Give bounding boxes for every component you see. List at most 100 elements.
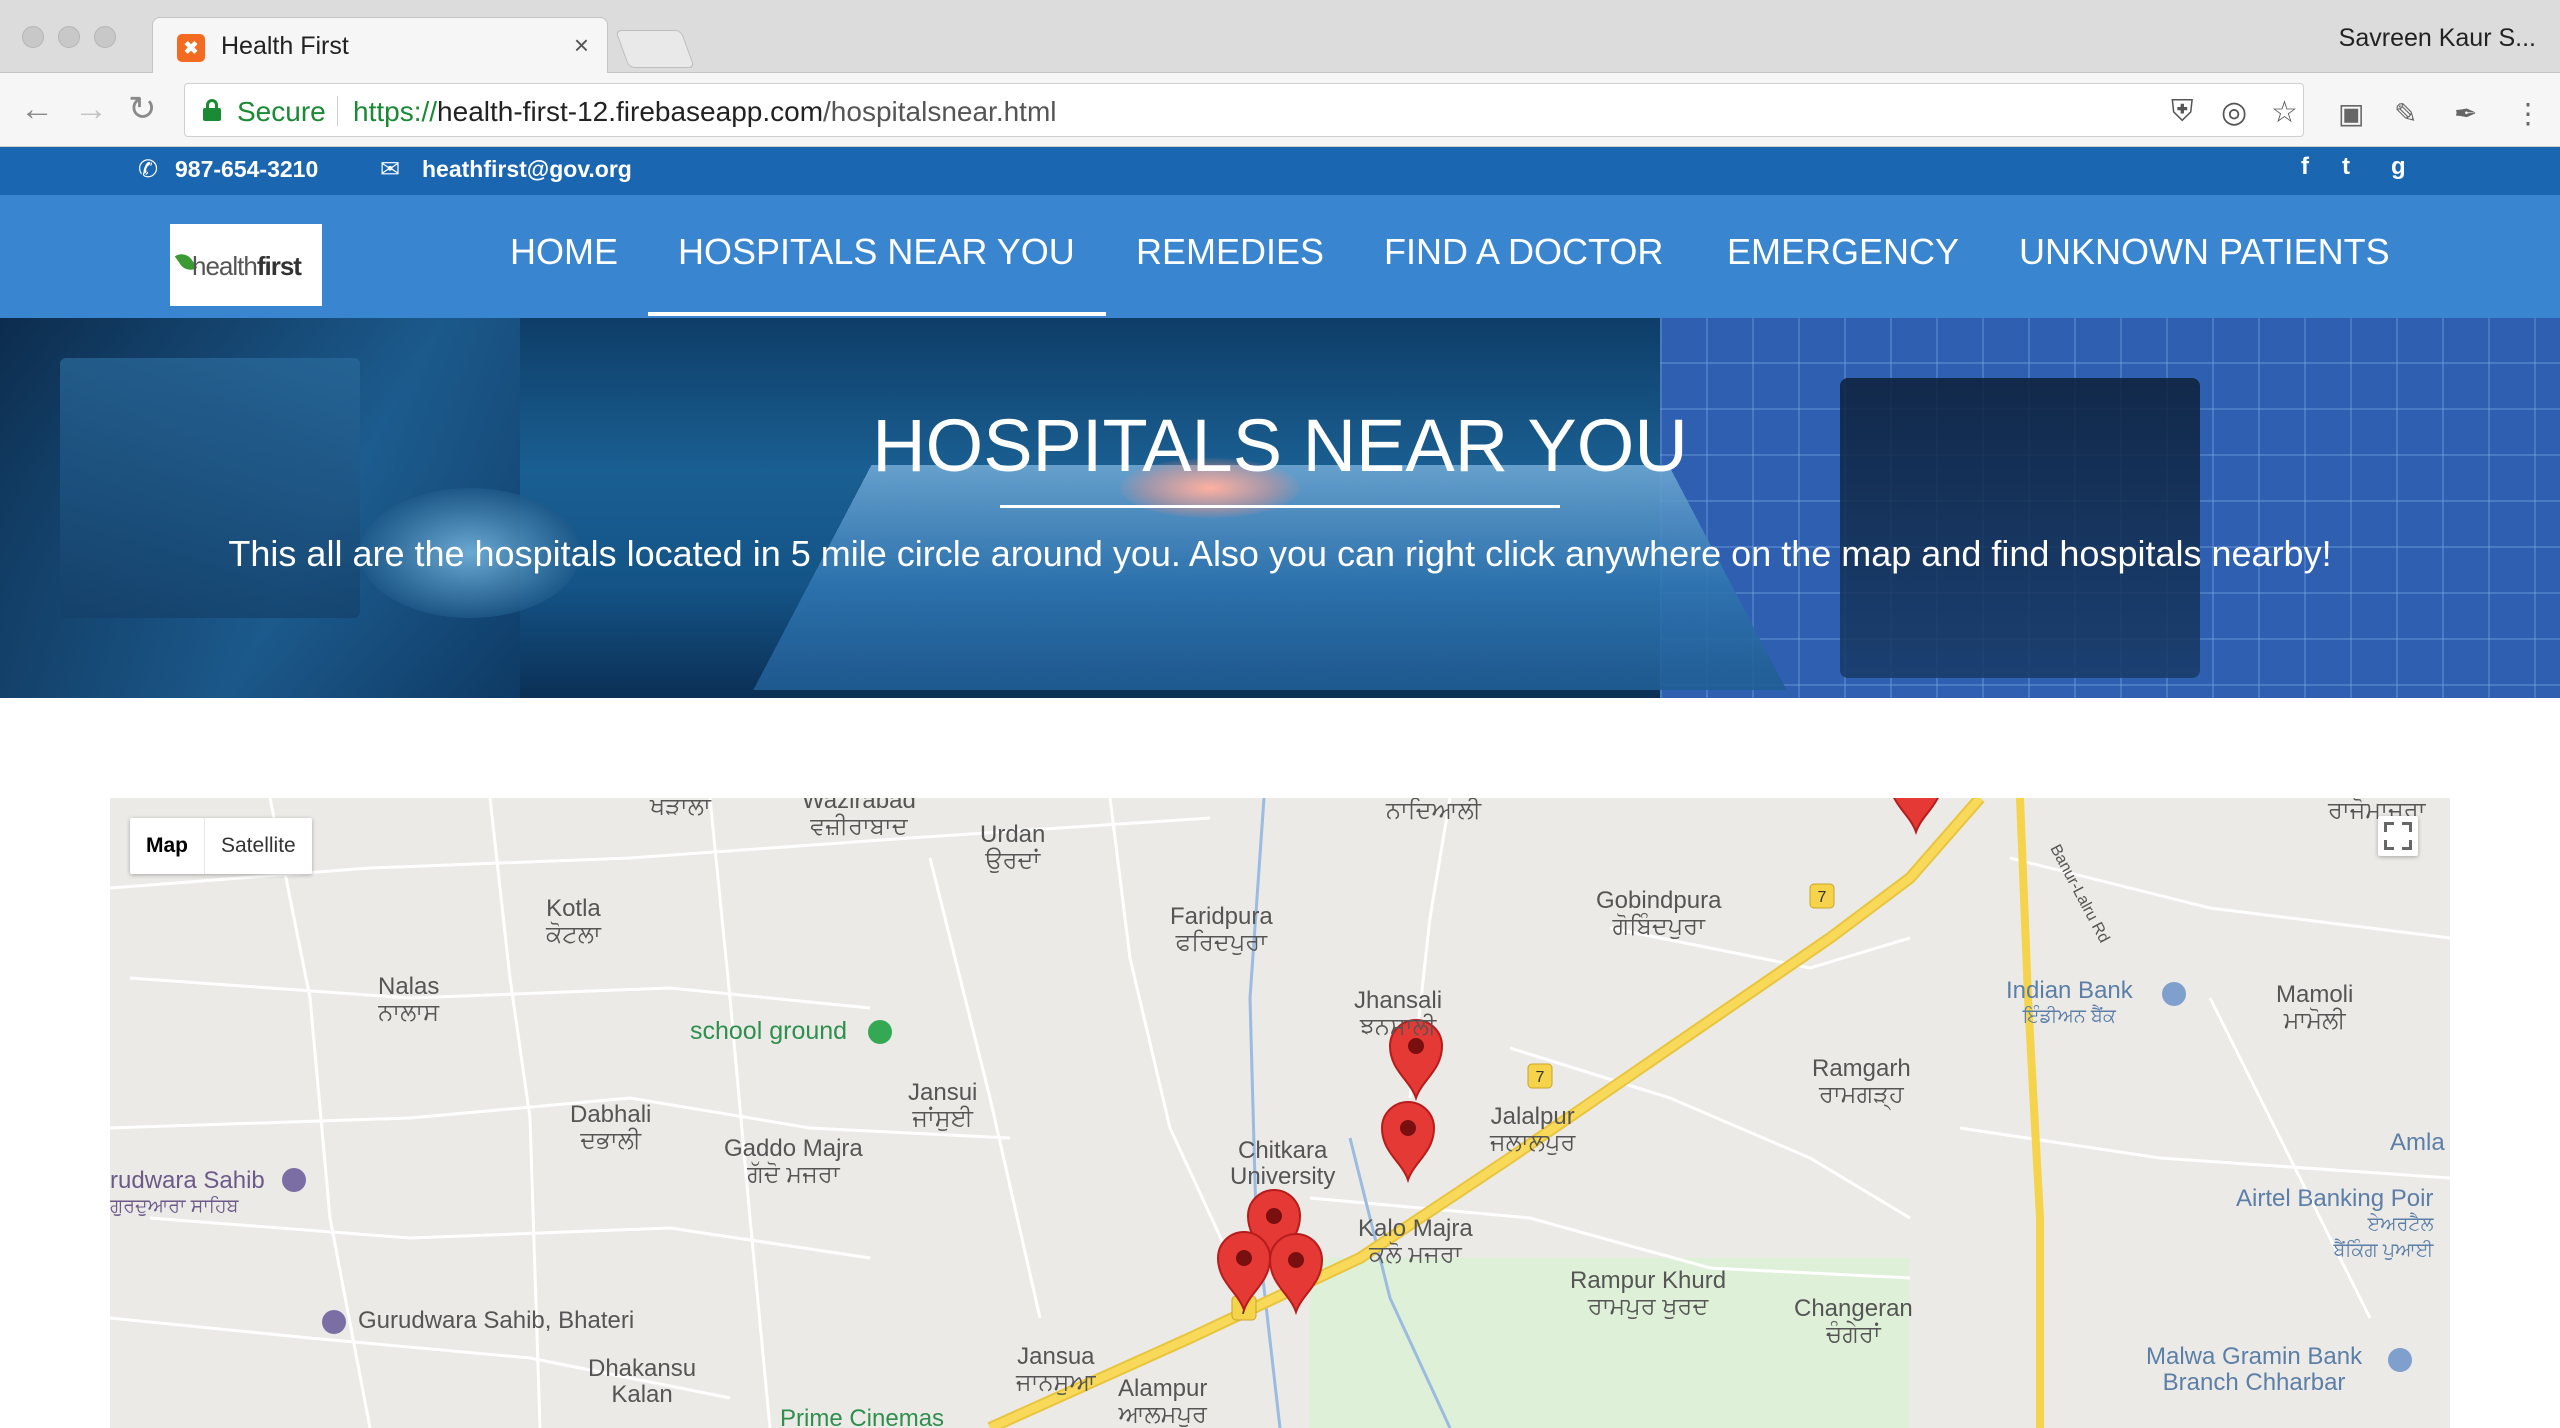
place-name-local: ਨਾਲਾਸ [378,999,440,1026]
temple-pin-icon[interactable] [282,1168,306,1192]
poi-label[interactable]: rudwara Sahib ਗੁਰਦੁਆਰਾ ਸਾਹਿਬ [110,1168,265,1220]
place-name: Changeran [1794,1295,1913,1322]
place-label: ਖੜਾਲਾ [650,798,711,820]
mail-icon: ✉ [380,156,401,183]
place-name: Mamoli [2276,981,2354,1008]
road-label: Banur-Lalru Rd [2046,842,2112,946]
poi-name: Airtel Banking Poir [2236,1185,2434,1212]
reload-icon[interactable]: ↻ [128,89,157,129]
poi-name: rudwara Sahib [110,1167,265,1194]
new-tab-button[interactable] [615,30,695,68]
place-label: Nalas ਨਾਲਾਸ [378,974,439,1026]
place-name: Rampur Khurd [1570,1267,1727,1294]
poi-label[interactable]: Airtel Banking Poir ਏਅਰਟੈਲ ਬੈਂਕਿੰਗ ਪੁਆਈ [2236,1186,2433,1264]
place-label: Jansua ਜਾਨਸੁਆ [1016,1344,1096,1396]
poi-label[interactable]: Indian Bank ਇੰਡੀਅਨ ਬੈਂਕ [2006,978,2133,1030]
poi-name: Malwa Gramin Bank [2146,1343,2363,1370]
place-name: Ramgarh [1812,1055,1911,1082]
place-label: Faridpura ਫਰਿਦਪੁਰਾ [1170,904,1273,956]
forward-arrow-icon[interactable]: → [74,89,108,129]
place-name: Nalas [378,973,440,1000]
logo-text-light: health [192,251,258,281]
highway-badge-label: 7 [1536,1069,1545,1086]
url-separator [337,96,338,126]
location-icon[interactable]: ◎ [2221,95,2247,130]
hospital-map[interactable]: 7 7 7 Banur-Lalru Rd [110,798,2450,1428]
close-window-button[interactable] [22,26,44,48]
tab-close-icon[interactable]: × [574,30,589,61]
place-label: Chitkara University [1230,1138,1335,1190]
hospital-marker[interactable] [1380,1101,1436,1184]
nav-unknown-patients[interactable]: UNKNOWN PATIENTS [2019,231,2390,273]
extension-icon[interactable]: ▣ [2338,97,2364,130]
url-text: https://health-first-12.firebaseapp.com/… [353,96,1057,128]
place-label: Gobindpura ਗੋਬਿੰਦਪੁਰਾ [1596,888,1721,940]
place-label: Jalalpur ਜਲਾਲਪੁਰ [1490,1104,1575,1156]
place-label: Prime Cinemas [780,1406,944,1428]
bank-pin-icon[interactable] [2388,1348,2412,1372]
place-name: Alampur [1118,1375,1208,1402]
poi-label[interactable]: Gurudwara Sahib, Bhateri [358,1308,634,1334]
map-type-map-button[interactable]: Map [130,818,205,874]
place-name: Gaddo Majra [724,1135,863,1162]
fullscreen-icon[interactable] [2378,816,2418,856]
hospital-marker[interactable] [1890,798,1942,836]
nav-remedies[interactable]: REMEDIES [1136,231,1324,273]
nav-emergency[interactable]: EMERGENCY [1727,231,1959,273]
email-address[interactable]: heathfirst@gov.org [422,156,632,183]
healthfirst-logo[interactable]: healthfirst [170,224,322,306]
place-label: Rampur Khurd ਰਾਮਪੁਰ ਖੁਰਦ [1570,1268,1726,1320]
phone-number[interactable]: 987-654-3210 [175,156,318,183]
google-plus-icon[interactable]: g [2391,153,2406,181]
place-name: Chitkara [1237,1137,1328,1164]
park-pin-icon[interactable] [868,1020,892,1044]
bookmark-star-icon[interactable]: ☆ [2271,95,2298,130]
poi-name: Gurudwara Sahib, Bhateri [358,1307,635,1334]
place-name-local: ਗੱਦੋ ਮਜਰਾ [747,1161,840,1188]
place-label: ਨਾਦਿਆਲੀ [1386,798,1481,824]
page-subtitle: This all are the hospitals located in 5 … [228,533,2332,574]
url-input[interactable]: Secure https://health-first-12.firebasea… [184,83,2304,137]
eyedropper-icon[interactable]: ✒ [2454,97,2477,130]
poi-label[interactable]: Malwa Gramin Bank Branch Chharbar [2146,1344,2362,1396]
minimize-window-button[interactable] [58,26,80,48]
contact-bar: ✆ 987-654-3210 ✉ heathfirst@gov.org f t … [0,147,2560,195]
place-name-local: University [1230,1163,1336,1190]
extension-bird-icon[interactable]: ✎ [2394,97,2417,130]
poi-name: school ground [690,1017,848,1045]
twitter-icon[interactable]: t [2342,153,2350,181]
place-name-local: ਮਾਮੋਲੀ [2283,1007,2346,1034]
place-name-local: ਫਰਿਦਪੁਰਾ [1175,929,1268,956]
logo-text: healthfirst [192,251,302,282]
back-arrow-icon[interactable]: ← [20,89,54,129]
place-name: Faridpura [1170,903,1273,930]
menu-dots-icon[interactable]: ⋮ [2514,97,2542,130]
address-bar-row: ← → ↻ Secure https://health-first-12.fir… [0,73,2560,147]
place-name: Jansua [1017,1343,1095,1370]
place-label: Changeran ਚੰਗੇਰਾਂ [1794,1296,1913,1348]
browser-tab[interactable]: ✖ Health First × [152,17,608,74]
nav-home[interactable]: HOME [510,231,618,273]
highway-badge-label: 7 [1818,889,1827,906]
place-label: Ramgarh ਰਾਮਗੜ੍ਹ [1812,1056,1911,1108]
maximize-window-button[interactable] [94,26,116,48]
temple-pin-icon[interactable] [322,1310,346,1334]
bank-pin-icon[interactable] [2162,982,2186,1006]
place-label: Alampur ਆਲਮਪੁਰ [1118,1376,1207,1428]
favicon-icon: ✖ [177,34,205,62]
facebook-icon[interactable]: f [2301,153,2309,181]
place-name-local: ਵਜ਼ੀਰਾਬਾਦ [810,813,908,840]
active-nav-indicator [648,312,1106,316]
map-type-satellite-button[interactable]: Satellite [205,818,312,874]
place-name: Dhakansu [588,1355,697,1382]
river-line [1248,798,1282,1428]
browser-user-name[interactable]: Savreen Kaur S... [2339,24,2536,53]
blocked-popup-icon[interactable]: ⛨ [2171,95,2194,129]
nav-hospitals-near-you[interactable]: HOSPITALS NEAR YOU [678,231,1075,273]
place-label: Jhansali ਝਨਸਾਲੀ [1354,988,1442,1040]
nav-find-a-doctor[interactable]: FIND A DOCTOR [1384,231,1663,273]
place-name: Jansui [908,1079,978,1106]
poi-label[interactable]: school ground [690,1018,847,1044]
place-name: Gobindpura [1596,887,1722,914]
url-scheme: https:// [353,96,438,127]
